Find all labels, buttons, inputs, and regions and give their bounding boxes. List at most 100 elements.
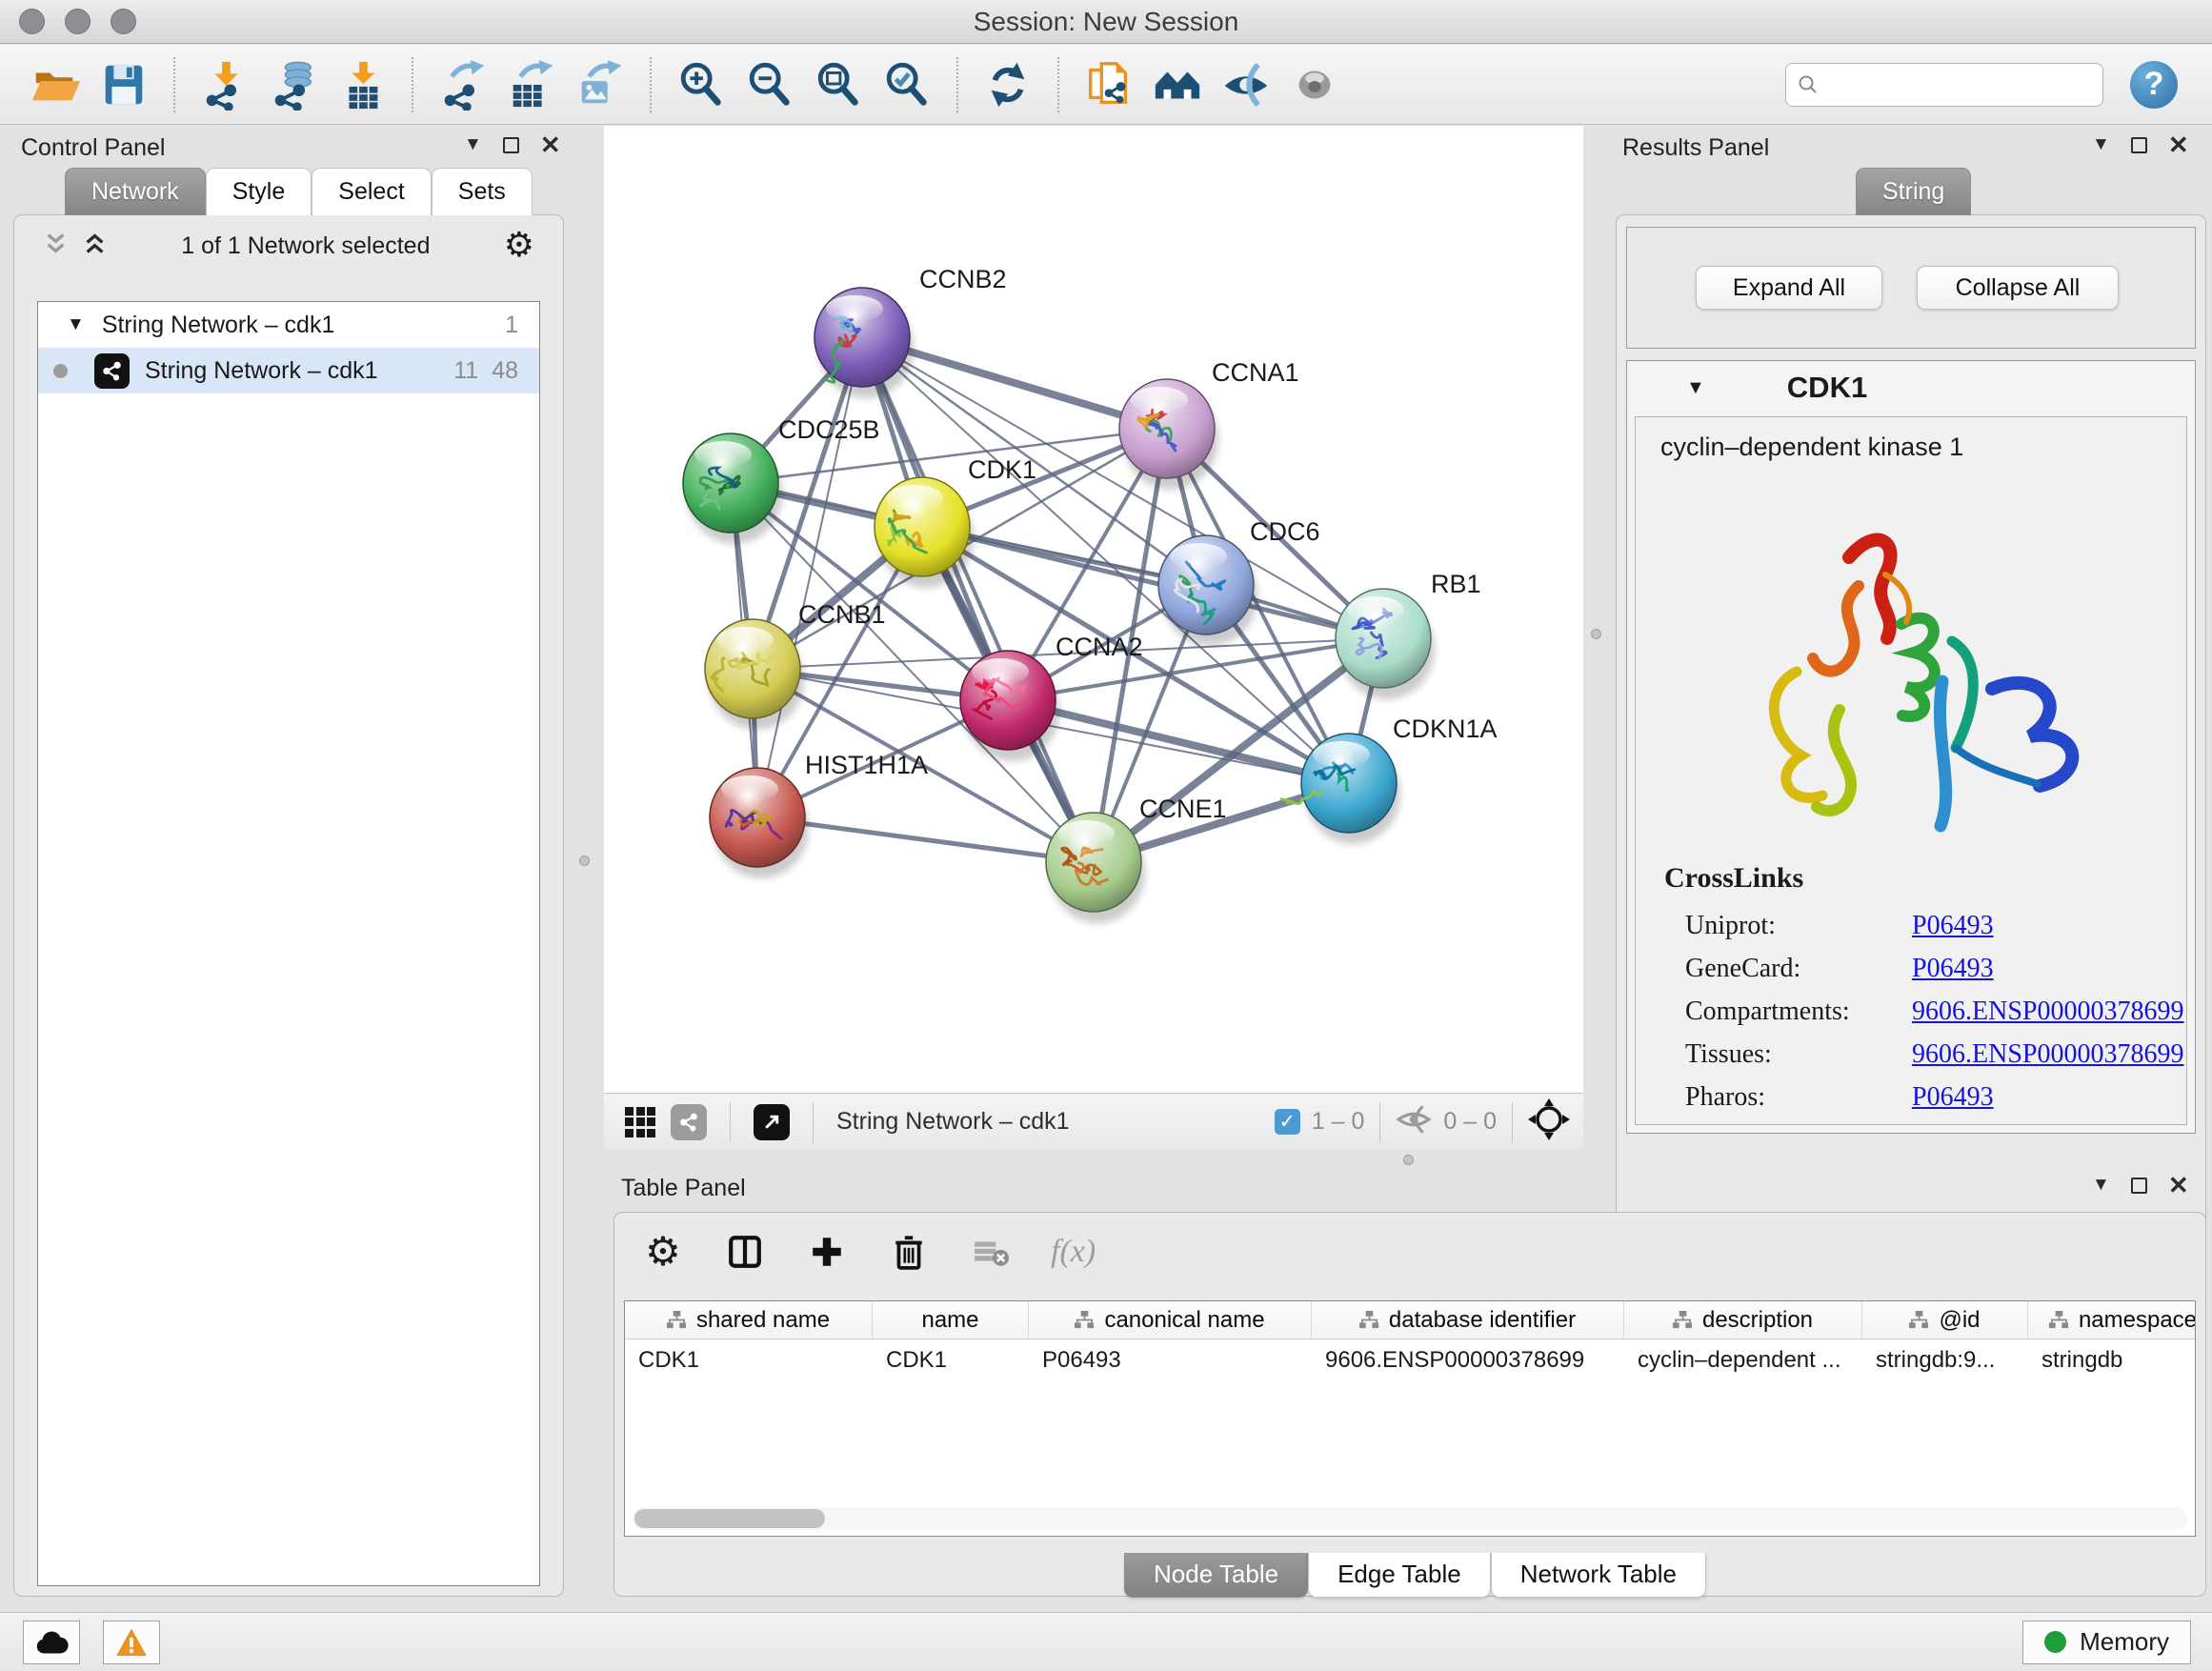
tab-select[interactable]: Select <box>312 168 431 215</box>
add-column-icon[interactable] <box>805 1230 849 1274</box>
table-cell: P06493 <box>1029 1339 1312 1381</box>
crosshair-icon[interactable] <box>1528 1098 1570 1145</box>
memory-button[interactable]: Memory <box>2022 1621 2191 1664</box>
tree-expand-icon[interactable]: ▼ <box>67 314 85 335</box>
export-image-icon[interactable] <box>573 57 628 112</box>
crosslink-link[interactable]: P06493 <box>1912 911 1994 941</box>
column-header-database-identifier[interactable]: database identifier <box>1312 1301 1624 1339</box>
left-splitter-handle[interactable] <box>579 856 590 866</box>
crosslink-label: Compartments: <box>1685 997 1912 1027</box>
column-header-shared-name[interactable]: shared name <box>625 1301 873 1339</box>
crosslink-label: Tissues: <box>1685 1039 1912 1070</box>
crosslink-link[interactable]: P06493 <box>1912 954 1994 984</box>
expand-all-icon[interactable] <box>82 231 108 261</box>
columns-icon[interactable] <box>723 1230 767 1274</box>
column-header-@id[interactable]: @id <box>1862 1301 2028 1339</box>
refresh-layout-icon[interactable] <box>980 57 1036 112</box>
title-bar: Session: New Session <box>0 0 2212 44</box>
scrollbar-thumb[interactable] <box>634 1509 825 1528</box>
tab-edge-table[interactable]: Edge Table <box>1308 1553 1491 1598</box>
table-cell: stringdb <box>2028 1339 2196 1381</box>
hidden-eye-icon <box>1396 1104 1432 1139</box>
string-import-icon[interactable] <box>1081 57 1136 112</box>
column-header-canonical-name[interactable]: canonical name <box>1029 1301 1312 1339</box>
zoom-fit-icon[interactable] <box>811 57 866 112</box>
network-row[interactable]: String Network – cdk1 11 48 <box>38 348 539 393</box>
gene-description: cyclin–dependent kinase 1 <box>1660 433 2186 462</box>
tab-network-table[interactable]: Network Table <box>1491 1553 1706 1598</box>
tab-network[interactable]: Network <box>65 168 206 215</box>
table-horizontal-scrollbar[interactable] <box>633 1507 2187 1530</box>
grid-view-icon[interactable] <box>625 1107 655 1137</box>
horizontal-splitter-handle[interactable] <box>1403 1155 1414 1165</box>
collapse-panel-icon[interactable]: ▼ <box>464 134 482 155</box>
table-settings-gear-icon[interactable]: ⚙ <box>641 1230 685 1274</box>
show-panel-icon[interactable] <box>1287 57 1342 112</box>
float-panel-icon[interactable] <box>503 137 519 153</box>
birdseye-view-icon[interactable] <box>754 1104 790 1140</box>
table-panel-title: Table Panel <box>621 1175 746 1202</box>
network-canvas[interactable]: CCNB2CCNA1CDC25BCDK1CDC6RB1CCNB1CCNA2CDK… <box>604 126 1583 1093</box>
network-edge-CCNB2-CCNE1 <box>862 337 1094 862</box>
open-file-icon[interactable] <box>28 57 83 112</box>
close-table-panel-icon[interactable]: ✕ <box>2168 1178 2189 1194</box>
gene-name: CDK1 <box>1787 371 1867 405</box>
zoom-selected-icon[interactable] <box>879 57 935 112</box>
crosslink-link[interactable]: 9606.ENSP00000378699 <box>1912 997 2183 1027</box>
table-cell: CDK1 <box>625 1339 873 1381</box>
cloud-icon <box>34 1628 69 1657</box>
selected-nodes-checkbox[interactable]: ✓ <box>1275 1109 1300 1135</box>
close-panel-icon[interactable]: ✕ <box>540 137 561 153</box>
zoom-in-icon[interactable] <box>674 57 729 112</box>
table-row[interactable]: CDK1CDK1P064939606.ENSP00000378699cyclin… <box>625 1339 2195 1381</box>
column-header-description[interactable]: description <box>1624 1301 1862 1339</box>
crosslinks-title: CrossLinks <box>1664 862 2186 895</box>
tab-style[interactable]: Style <box>206 168 312 215</box>
share-view-icon[interactable] <box>671 1104 707 1140</box>
protein-structure-image <box>1706 472 2116 862</box>
hide-panel-icon[interactable] <box>1218 57 1274 112</box>
network-options-gear-icon[interactable]: ⚙ <box>504 229 534 263</box>
search-field <box>1785 63 2103 107</box>
crosslink-link[interactable]: 9606.ENSP00000378699 <box>1912 1039 2183 1070</box>
import-table-icon[interactable] <box>334 57 390 112</box>
network-collection-row[interactable]: ▼ String Network – cdk1 1 <box>38 302 539 348</box>
table-header-row: shared namenamecanonical namedatabase id… <box>625 1301 2195 1339</box>
table-panel-window-controls: ▼ ✕ <box>2092 1175 2189 1196</box>
right-splitter-handle[interactable] <box>1591 629 1601 639</box>
table-cell: cyclin–dependent ... <box>1624 1339 1862 1381</box>
zoom-out-icon[interactable] <box>742 57 797 112</box>
column-header-name[interactable]: name <box>873 1301 1029 1339</box>
toolbar-separator <box>956 57 958 112</box>
gene-section-header[interactable]: ▼ CDK1 <box>1627 361 2195 414</box>
warning-status-button[interactable] <box>103 1621 160 1664</box>
column-header-namespace[interactable]: namespace <box>2028 1301 2196 1339</box>
import-network-file-icon[interactable] <box>197 57 252 112</box>
network-overview-icon[interactable] <box>1150 57 1205 112</box>
float-table-panel-icon[interactable] <box>2131 1178 2147 1194</box>
export-table-icon[interactable] <box>504 57 559 112</box>
gene-collapse-icon[interactable]: ▼ <box>1686 377 1705 399</box>
cloud-status-button[interactable] <box>23 1621 80 1664</box>
import-network-database-icon[interactable] <box>266 57 321 112</box>
close-results-icon[interactable]: ✕ <box>2168 137 2189 153</box>
table-panel-tabs: Node TableEdge TableNetwork Table <box>1124 1553 1706 1598</box>
expand-all-button[interactable]: Expand All <box>1696 266 1882 310</box>
node-label-CDKN1A: CDKN1A <box>1393 715 1498 743</box>
export-network-icon[interactable] <box>435 57 491 112</box>
control-panel-tabs: NetworkStyleSelectSets <box>65 168 533 215</box>
delete-table-icon <box>969 1230 1013 1274</box>
tab-string[interactable]: String <box>1856 168 1971 215</box>
float-results-icon[interactable] <box>2131 137 2147 153</box>
tab-node-table[interactable]: Node Table <box>1124 1553 1308 1598</box>
search-input[interactable] <box>1785 63 2103 107</box>
collapse-all-button[interactable]: Collapse All <box>1917 266 2119 310</box>
collapse-table-panel-icon[interactable]: ▼ <box>2092 1175 2110 1196</box>
delete-column-icon[interactable] <box>887 1230 931 1274</box>
tab-sets[interactable]: Sets <box>432 168 533 215</box>
collapse-all-icon[interactable] <box>43 231 69 261</box>
save-session-icon[interactable] <box>96 57 151 112</box>
help-icon[interactable]: ? <box>2130 61 2178 109</box>
crosslink-link[interactable]: P06493 <box>1912 1082 1994 1113</box>
collapse-results-icon[interactable]: ▼ <box>2092 134 2110 155</box>
